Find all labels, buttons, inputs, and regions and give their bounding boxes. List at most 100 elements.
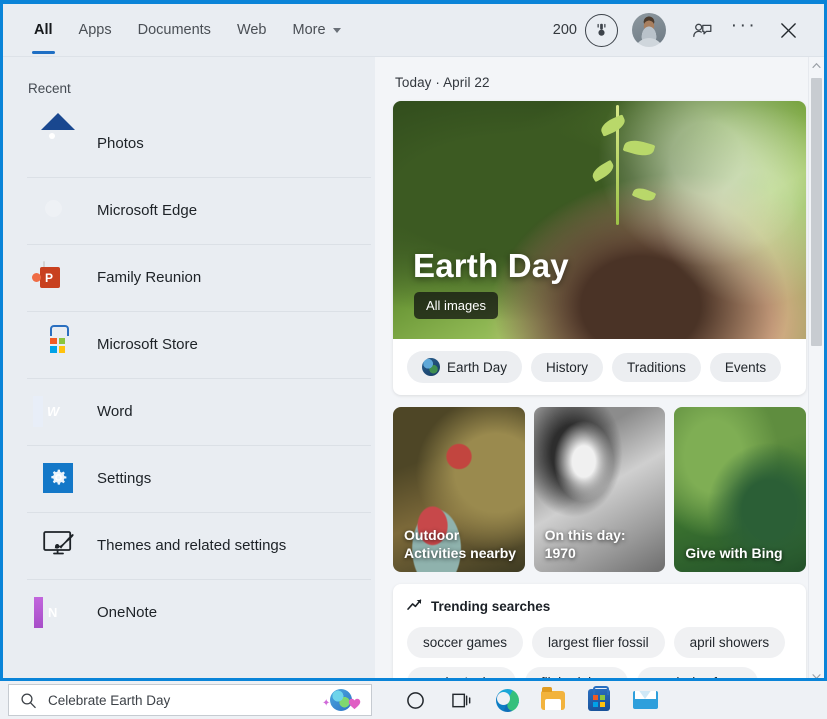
scroll-down-arrow-icon[interactable] bbox=[812, 668, 821, 678]
feature-tiles: Outdoor Activities nearby On this day: 1… bbox=[393, 407, 807, 572]
trending-searches-card: Trending searches soccer games largest f… bbox=[393, 584, 806, 678]
tab-all[interactable]: All bbox=[21, 4, 66, 57]
trending-heading: Trending searches bbox=[431, 598, 551, 614]
tile-label: Give with Bing bbox=[685, 545, 783, 562]
tab-apps[interactable]: Apps bbox=[66, 4, 125, 57]
sidebar-item-label: Themes and related settings bbox=[97, 537, 287, 554]
search-header: All Apps Documents Web More 200 ··· bbox=[3, 4, 824, 57]
microsoft-store-icon[interactable] bbox=[586, 686, 612, 713]
sidebar-item-label: OneNote bbox=[97, 604, 158, 621]
chip-events[interactable]: Events bbox=[709, 352, 782, 382]
tab-documents[interactable]: Documents bbox=[125, 4, 224, 57]
settings-gear-icon bbox=[43, 462, 75, 495]
sidebar-item-onenote[interactable]: N OneNote bbox=[3, 579, 375, 646]
hero-title: Earth Day bbox=[413, 247, 569, 284]
tile-label: On this day: 1970 bbox=[544, 527, 626, 562]
leaf-decoration bbox=[597, 114, 628, 137]
powerpoint-file-icon: P bbox=[43, 260, 75, 294]
taskbar-icons bbox=[402, 686, 658, 713]
cortana-icon[interactable] bbox=[402, 687, 428, 713]
sidebar-item-themes-and-related-settings[interactable]: Themes and related settings bbox=[3, 512, 375, 579]
taskbar-search-box[interactable]: Celebrate Earth Day ✦ bbox=[8, 684, 372, 716]
chevron-down-icon bbox=[332, 27, 341, 33]
search-body: Recent Photos Microsoft Edge P Family Re… bbox=[3, 57, 824, 678]
ellipsis-icon[interactable]: ··· bbox=[724, 10, 764, 50]
sidebar-item-microsoft-store[interactable]: Microsoft Store bbox=[3, 311, 375, 378]
all-images-button[interactable]: All images bbox=[414, 292, 498, 319]
trending-chip[interactable]: largest flier fossil bbox=[532, 627, 665, 658]
sidebar-item-settings[interactable]: Settings bbox=[3, 445, 375, 512]
mail-icon[interactable] bbox=[632, 687, 658, 713]
close-icon[interactable] bbox=[766, 10, 810, 50]
scrollbar-track[interactable] bbox=[809, 74, 824, 668]
edge-icon bbox=[43, 195, 75, 227]
content-panel: Today · April 22 Earth Day All images Ea… bbox=[375, 57, 824, 678]
chip-label: History bbox=[546, 359, 589, 375]
hero-image: Earth Day All images bbox=[393, 101, 806, 339]
trending-chip[interactable]: earth day facts bbox=[637, 667, 758, 678]
sidebar-item-microsoft-edge[interactable]: Microsoft Edge bbox=[3, 177, 375, 244]
tab-bar: All Apps Documents Web More bbox=[3, 4, 354, 57]
tab-web-label: Web bbox=[236, 22, 267, 38]
leaf-decoration bbox=[589, 159, 617, 183]
rewards-button[interactable]: 200 bbox=[552, 13, 618, 47]
trending-chip[interactable]: mother's day bbox=[407, 667, 516, 678]
onenote-icon: N bbox=[48, 604, 58, 620]
sidebar-item-label: Settings bbox=[97, 470, 152, 487]
tab-documents-label: Documents bbox=[137, 22, 211, 38]
leaf-decoration bbox=[622, 137, 656, 159]
themes-icon bbox=[43, 530, 75, 562]
search-input-value[interactable]: Celebrate Earth Day bbox=[48, 693, 311, 708]
chip-label: Traditions bbox=[627, 359, 686, 375]
recent-section-label: Recent bbox=[28, 81, 71, 96]
tile-give-with-bing[interactable]: Give with Bing bbox=[674, 407, 807, 572]
leaf-decoration bbox=[631, 185, 656, 204]
sidebar-item-label: Word bbox=[97, 403, 133, 420]
chip-earth-day[interactable]: Earth Day bbox=[407, 351, 523, 383]
trending-header: Trending searches bbox=[407, 598, 792, 614]
chip-label: Events bbox=[724, 359, 767, 375]
trending-arrow-icon bbox=[407, 598, 422, 614]
sidebar-item-label: Photos bbox=[97, 135, 144, 152]
sidebar-item-word[interactable]: W Word bbox=[3, 378, 375, 445]
taskbar: Celebrate Earth Day ✦ bbox=[0, 681, 827, 719]
scroll-up-arrow-icon[interactable] bbox=[812, 57, 821, 74]
sidebar-item-label: Microsoft Edge bbox=[97, 202, 198, 219]
feedback-person-icon[interactable] bbox=[682, 10, 722, 50]
edge-icon[interactable] bbox=[494, 687, 520, 713]
today-date-line: Today · April 22 bbox=[395, 75, 490, 90]
task-view-icon[interactable] bbox=[448, 687, 474, 713]
rewards-medal-icon bbox=[585, 13, 618, 47]
trending-chip[interactable]: april showers bbox=[673, 627, 786, 658]
tile-outdoor-activities[interactable]: Outdoor Activities nearby bbox=[393, 407, 525, 572]
heart-decoration bbox=[348, 698, 361, 710]
trending-chip[interactable]: flight delays bbox=[524, 667, 629, 678]
sidebar-item-label: Family Reunion bbox=[97, 269, 202, 286]
sidebar-item-label: Microsoft Store bbox=[97, 336, 198, 353]
earth-day-hero-card[interactable]: Earth Day All images Earth Day History T… bbox=[393, 101, 806, 395]
search-flyout-window: All Apps Documents Web More 200 ··· Rece… bbox=[0, 0, 827, 681]
trending-chip[interactable]: soccer games bbox=[407, 627, 524, 658]
tab-apps-label: Apps bbox=[78, 22, 112, 38]
search-magnifier-icon bbox=[20, 692, 37, 709]
avatar[interactable] bbox=[632, 13, 666, 47]
sidebar-item-family-reunion[interactable]: P Family Reunion bbox=[3, 244, 375, 311]
header-actions: 200 ··· bbox=[553, 10, 824, 50]
content-scrollbar[interactable] bbox=[808, 57, 824, 678]
file-explorer-icon[interactable] bbox=[540, 686, 566, 713]
store-icon bbox=[43, 329, 75, 361]
rewards-count: 200 bbox=[552, 22, 577, 38]
trending-chip-list: soccer games largest flier fossil april … bbox=[407, 627, 792, 678]
hero-chip-row: Earth Day History Traditions Events bbox=[393, 339, 806, 395]
tab-more[interactable]: More bbox=[280, 4, 354, 57]
tile-on-this-day[interactable]: On this day: 1970 bbox=[533, 407, 666, 572]
chip-label: Earth Day bbox=[447, 359, 508, 375]
sidebar-item-photos[interactable]: Photos bbox=[3, 110, 375, 177]
earth-day-globe-heart-icon[interactable]: ✦ bbox=[311, 685, 371, 715]
scrollbar-thumb[interactable] bbox=[811, 78, 822, 346]
tab-web[interactable]: Web bbox=[224, 4, 280, 57]
globe-icon bbox=[422, 358, 440, 376]
chip-history[interactable]: History bbox=[531, 352, 604, 382]
chip-traditions[interactable]: Traditions bbox=[612, 352, 701, 382]
recent-sidebar: Recent Photos Microsoft Edge P Family Re… bbox=[3, 57, 375, 678]
